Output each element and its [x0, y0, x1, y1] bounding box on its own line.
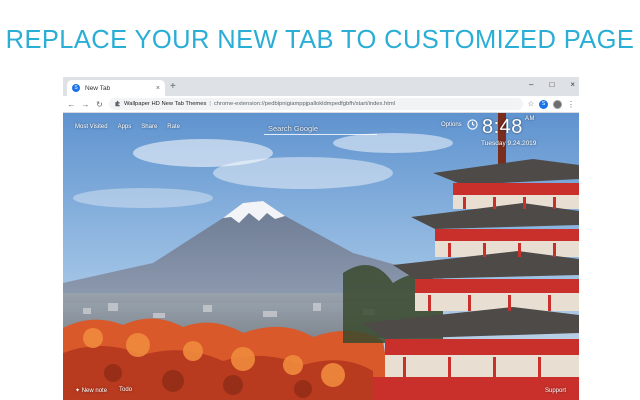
top-nav: Most Visited Apps Share Rate [75, 124, 180, 130]
address-bar[interactable]: Wallpaper HD New Tab Themes | chrome-ext… [109, 98, 523, 110]
maximize-icon[interactable]: □ [549, 80, 554, 89]
browser-window: S New Tab × + – □ × ← → ↻ Wallpaper HD N… [63, 77, 579, 400]
wallpaper-fuji-pagoda [63, 113, 579, 400]
tab-new-tab[interactable]: S New Tab × [67, 80, 165, 96]
omnibox-separator: | [209, 101, 211, 107]
support-link[interactable]: Support [545, 388, 566, 394]
clock-icon [467, 119, 478, 133]
close-window-icon[interactable]: × [570, 80, 575, 89]
tab-favicon-icon: S [72, 84, 80, 92]
extension-badge-icon[interactable]: S [539, 99, 548, 109]
tab-strip: S New Tab × + – □ × [63, 77, 579, 96]
url-text[interactable]: chrome-extension://pedblpnigiamppjpallok… [214, 101, 395, 107]
new-tab-button[interactable]: + [170, 82, 176, 92]
extension-puzzle-icon [114, 100, 121, 109]
search-input[interactable]: Search Google [264, 122, 377, 135]
back-arrow-icon[interactable]: ← [67, 100, 76, 109]
minimize-icon[interactable]: – [529, 80, 533, 89]
forward-arrow-icon[interactable]: → [81, 100, 90, 109]
clock-date: Tuesday 9.24.2019 [481, 140, 537, 147]
clock-time: 8:48 AM [482, 116, 535, 139]
nav-apps[interactable]: Apps [118, 124, 132, 130]
options-link[interactable]: Options [441, 122, 462, 128]
nav-share[interactable]: Share [141, 124, 157, 130]
bottom-nav-left: ✦ New note Todo [75, 387, 132, 394]
todo-link[interactable]: Todo [119, 387, 132, 394]
window-controls: – □ × [529, 80, 575, 89]
tab-title: New Tab [85, 84, 111, 92]
new-tab-page: Most Visited Apps Share Rate Search Goog… [63, 113, 579, 400]
extension-name: Wallpaper HD New Tab Themes [124, 101, 207, 107]
bookmark-star-icon[interactable]: ☆ [528, 100, 534, 108]
reload-icon[interactable]: ↻ [95, 100, 104, 109]
new-note-link[interactable]: ✦ New note [75, 387, 107, 394]
profile-avatar[interactable] [553, 99, 562, 109]
clock-ampm: AM [524, 116, 535, 122]
page-headline: REPLACE YOUR NEW TAB TO CUSTOMIZED PAGE [5, 26, 635, 54]
browser-toolbar: ← → ↻ Wallpaper HD New Tab Themes | chro… [63, 96, 579, 113]
nav-most-visited[interactable]: Most Visited [75, 124, 108, 130]
tab-close-icon[interactable]: × [156, 85, 160, 92]
clock-time-value: 8:48 [482, 116, 523, 138]
nav-rate[interactable]: Rate [167, 124, 180, 130]
menu-icon[interactable]: ⋮ [567, 100, 575, 109]
